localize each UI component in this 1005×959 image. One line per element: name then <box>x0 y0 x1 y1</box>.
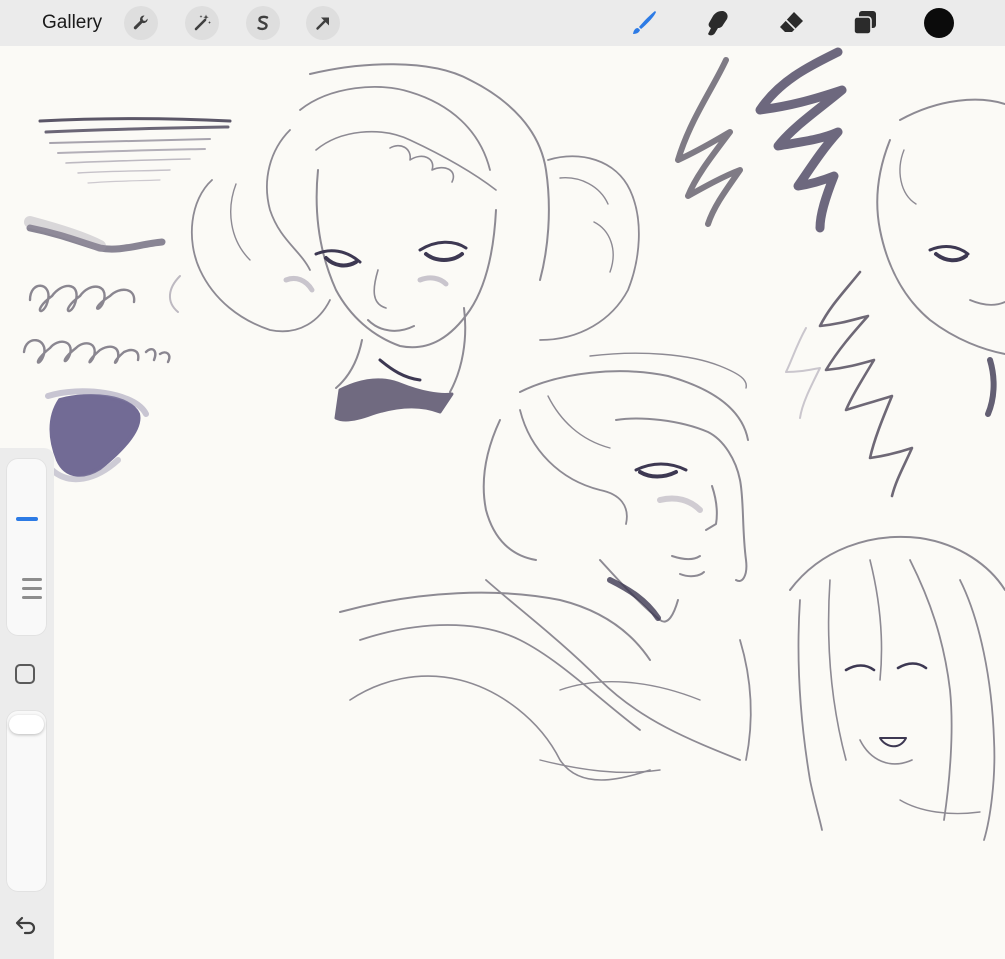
eraser-icon <box>780 12 803 32</box>
selection-icon <box>257 15 269 31</box>
brush-icon <box>633 11 656 34</box>
magic-wand-icon <box>194 14 211 31</box>
opacity-thumb[interactable] <box>9 715 44 734</box>
smudge-icon <box>708 11 728 36</box>
left-sidebar <box>0 448 54 959</box>
undo-button[interactable] <box>14 914 38 936</box>
transform-button[interactable] <box>306 6 340 40</box>
size-grip-icon <box>22 578 42 605</box>
brush-opacity-slider[interactable] <box>6 710 47 892</box>
adjustments-button[interactable] <box>185 6 219 40</box>
color-swatch-button[interactable] <box>924 8 954 38</box>
undo-icon <box>15 916 36 935</box>
zigzag-strokes <box>675 47 914 498</box>
layers-icon <box>853 11 876 35</box>
sketch-curly-hair-girl <box>190 63 640 422</box>
brush-size-thumb[interactable] <box>16 517 38 521</box>
smudge-button[interactable] <box>701 7 733 39</box>
transform-arrow-icon <box>316 17 329 30</box>
brush-size-slider[interactable] <box>6 458 47 636</box>
gallery-button[interactable]: Gallery <box>42 12 102 34</box>
brush-button[interactable] <box>628 7 660 39</box>
top-toolbar: Gallery <box>0 0 1005 46</box>
sketch-smiling-girl <box>789 535 1005 841</box>
actions-button[interactable] <box>124 6 158 40</box>
sketch-cropped-girl <box>876 98 1005 417</box>
eraser-button[interactable] <box>775 7 807 39</box>
brush-test-strokes <box>22 117 232 482</box>
selection-button[interactable] <box>246 6 280 40</box>
wrench-icon <box>133 15 148 30</box>
modify-button[interactable] <box>15 664 35 684</box>
sketch-bob-hair-profile <box>339 352 752 781</box>
layers-button[interactable] <box>849 7 881 39</box>
drawing-canvas[interactable] <box>0 46 1005 959</box>
